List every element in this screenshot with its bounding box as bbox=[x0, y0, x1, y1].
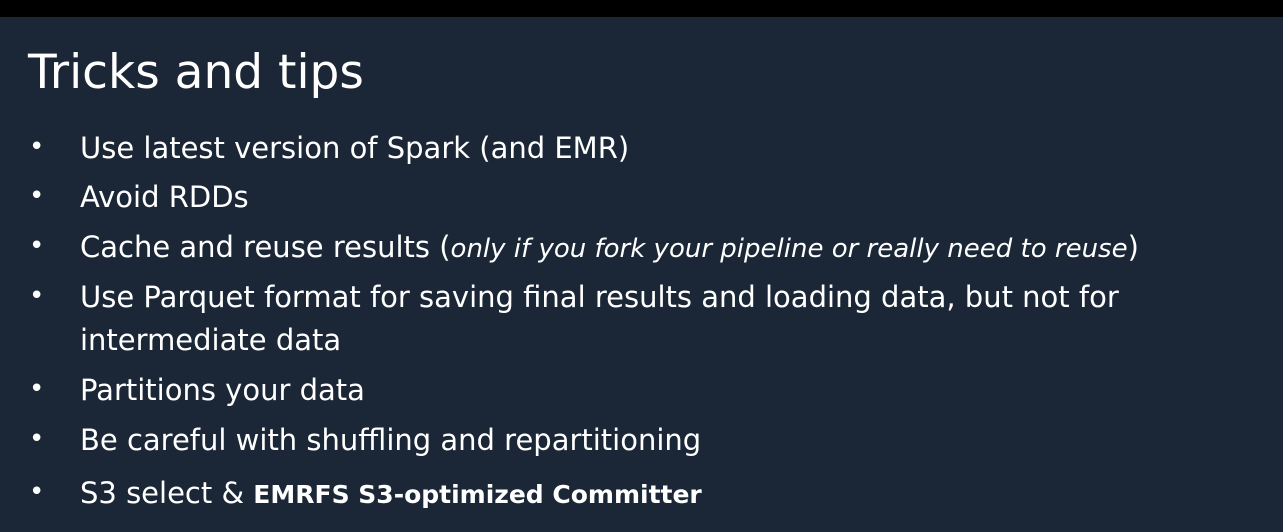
presentation-slide: Tricks and tips • Use latest version of … bbox=[0, 17, 1283, 532]
bullet-icon: • bbox=[29, 424, 45, 454]
bullet-text: Cache and reuse results (only if you for… bbox=[80, 226, 1260, 271]
bullet-text-bold: EMRFS S3-optimized Committer bbox=[253, 480, 702, 509]
bullet-text: S3 select & EMRFS S3-optimized Committer bbox=[80, 472, 1260, 516]
bullet-icon: • bbox=[29, 477, 45, 507]
bullet-icon: • bbox=[29, 132, 45, 162]
bullet-text-main: Cache and reuse results ( bbox=[80, 230, 451, 264]
bullet-text-italic-note: only if you fork your pipeline or really… bbox=[450, 234, 1128, 264]
bullet-icon: • bbox=[29, 181, 45, 211]
bullet-text: Be careful with shuffling and repartitio… bbox=[80, 423, 702, 457]
bullet-text-main: S3 select & bbox=[80, 476, 254, 510]
bullet-text: Avoid RDDs bbox=[80, 180, 249, 214]
bullet-icon: • bbox=[29, 374, 45, 404]
bullet-text: Partitions your data bbox=[80, 373, 365, 407]
bullet-text: Use latest version of Spark (and EMR) bbox=[80, 131, 630, 165]
bullet-icon: • bbox=[29, 231, 45, 261]
top-black-bar bbox=[0, 0, 1283, 17]
bullet-text-close-paren: ) bbox=[1127, 230, 1139, 264]
slide-title: Tricks and tips bbox=[28, 45, 364, 100]
bullet-text: Use Parquet format for saving final resu… bbox=[80, 280, 1119, 357]
bullet-icon: • bbox=[29, 281, 45, 311]
